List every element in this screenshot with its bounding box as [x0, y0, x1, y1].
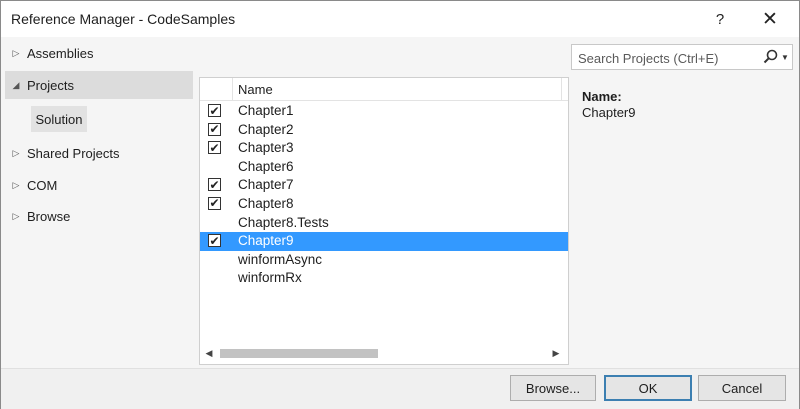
nav-item-shared-projects[interactable]: ▷ Shared Projects — [5, 139, 193, 167]
row-checkbox[interactable]: ✔ — [208, 178, 221, 192]
row-checkbox[interactable]: ✔ — [208, 196, 221, 210]
nav-subitem-solution[interactable]: Solution — [31, 106, 87, 132]
table-row[interactable]: Chapter8.Tests — [200, 214, 568, 233]
column-divider — [561, 78, 562, 100]
project-name: winformAsync — [238, 251, 323, 267]
table-row[interactable]: ✔ Chapter1 — [200, 102, 568, 121]
project-rows: ✔ Chapter1 ✔ Chapter2 ✔ Chapter3 Chapter… — [200, 102, 568, 288]
project-name: winformRx — [238, 270, 302, 286]
table-row[interactable]: ✔ Chapter7 — [200, 176, 568, 195]
row-checkbox[interactable]: ✔ — [208, 234, 221, 248]
table-row[interactable]: ✔ Chapter2 — [200, 121, 568, 140]
cancel-button[interactable]: Cancel — [698, 375, 786, 401]
browse-button[interactable]: Browse... — [510, 375, 596, 401]
close-button[interactable]: ✕ — [753, 4, 787, 34]
nav-item-assemblies[interactable]: ▷ Assemblies — [5, 39, 193, 67]
search-box: ▼ — [571, 44, 793, 70]
dialog-footer: Browse... OK Cancel — [1, 368, 799, 409]
help-button[interactable]: ? — [703, 4, 737, 34]
project-name: Chapter1 — [238, 103, 294, 118]
table-row[interactable]: winformAsync — [200, 251, 568, 270]
nav-item-browse[interactable]: ▷ Browse — [5, 202, 193, 230]
project-name: Chapter6 — [238, 158, 294, 174]
table-row[interactable]: ✔ Chapter9 — [200, 232, 568, 251]
reference-manager-dialog: Reference Manager - CodeSamples ? ✕ ▷ As… — [0, 0, 800, 409]
expand-arrow-icon: ▷ — [12, 147, 20, 158]
nav-item-label: Browse — [27, 208, 71, 224]
nav-item-com[interactable]: ▷ COM — [5, 171, 193, 199]
scroll-left-icon[interactable]: ◀ — [203, 348, 215, 359]
collapse-arrow-icon: ◢ — [12, 79, 20, 90]
table-row[interactable]: ✔ Chapter8 — [200, 195, 568, 214]
project-name: Chapter3 — [238, 140, 294, 156]
row-checkbox[interactable]: ✔ — [208, 104, 221, 117]
table-row[interactable]: Chapter6 — [200, 158, 568, 177]
horizontal-scrollbar[interactable]: ◀ ▶ — [200, 344, 568, 364]
search-icon[interactable] — [762, 48, 780, 66]
nav-item-label: COM — [27, 177, 58, 193]
window-title: Reference Manager - CodeSamples — [11, 11, 236, 27]
nav-subitem-label: Solution — [35, 111, 83, 127]
nav-item-label: Shared Projects — [27, 145, 120, 161]
row-checkbox[interactable] — [208, 160, 221, 173]
expand-arrow-icon: ▷ — [12, 47, 20, 58]
row-checkbox[interactable]: ✔ — [208, 141, 221, 155]
detail-name-value: Chapter9 — [582, 105, 636, 120]
project-name: Chapter9 — [238, 233, 294, 249]
expand-arrow-icon: ▷ — [12, 179, 20, 190]
nav-item-label: Assemblies — [27, 45, 94, 61]
row-checkbox[interactable] — [208, 271, 221, 284]
scrollbar-thumb[interactable] — [220, 349, 378, 358]
project-name: Chapter2 — [238, 121, 294, 137]
nav-item-label: Projects — [27, 77, 74, 93]
project-name: Chapter8 — [238, 195, 294, 211]
table-row[interactable]: ✔ Chapter3 — [200, 139, 568, 158]
detail-name-label: Name: — [582, 89, 622, 104]
title-bar[interactable]: Reference Manager - CodeSamples ? ✕ — [1, 1, 799, 37]
row-checkbox[interactable] — [208, 253, 221, 266]
expand-arrow-icon: ▷ — [12, 210, 20, 221]
search-input[interactable] — [576, 47, 758, 69]
project-name: Chapter7 — [238, 177, 294, 193]
row-checkbox[interactable]: ✔ — [208, 122, 221, 136]
list-header: Name — [200, 78, 568, 101]
close-icon: ✕ — [762, 8, 778, 30]
search-options-chevron-icon[interactable]: ▼ — [781, 53, 789, 62]
nav-item-projects[interactable]: ◢ Projects — [5, 71, 193, 99]
table-row[interactable]: winformRx — [200, 269, 568, 288]
ok-button[interactable]: OK — [604, 375, 692, 401]
project-list: Name ✔ Chapter1 ✔ Chapter2 ✔ Chapter3 Ch… — [199, 77, 569, 365]
help-icon: ? — [715, 10, 725, 28]
checkbox-column-header[interactable] — [200, 78, 233, 100]
row-checkbox[interactable] — [208, 216, 221, 229]
category-nav: ▷ Assemblies ◢ Projects Solution ▷ Share… — [1, 37, 197, 368]
name-column-header[interactable]: Name — [238, 82, 273, 97]
scroll-right-icon[interactable]: ▶ — [550, 348, 562, 359]
project-name: Chapter8.Tests — [238, 214, 329, 230]
